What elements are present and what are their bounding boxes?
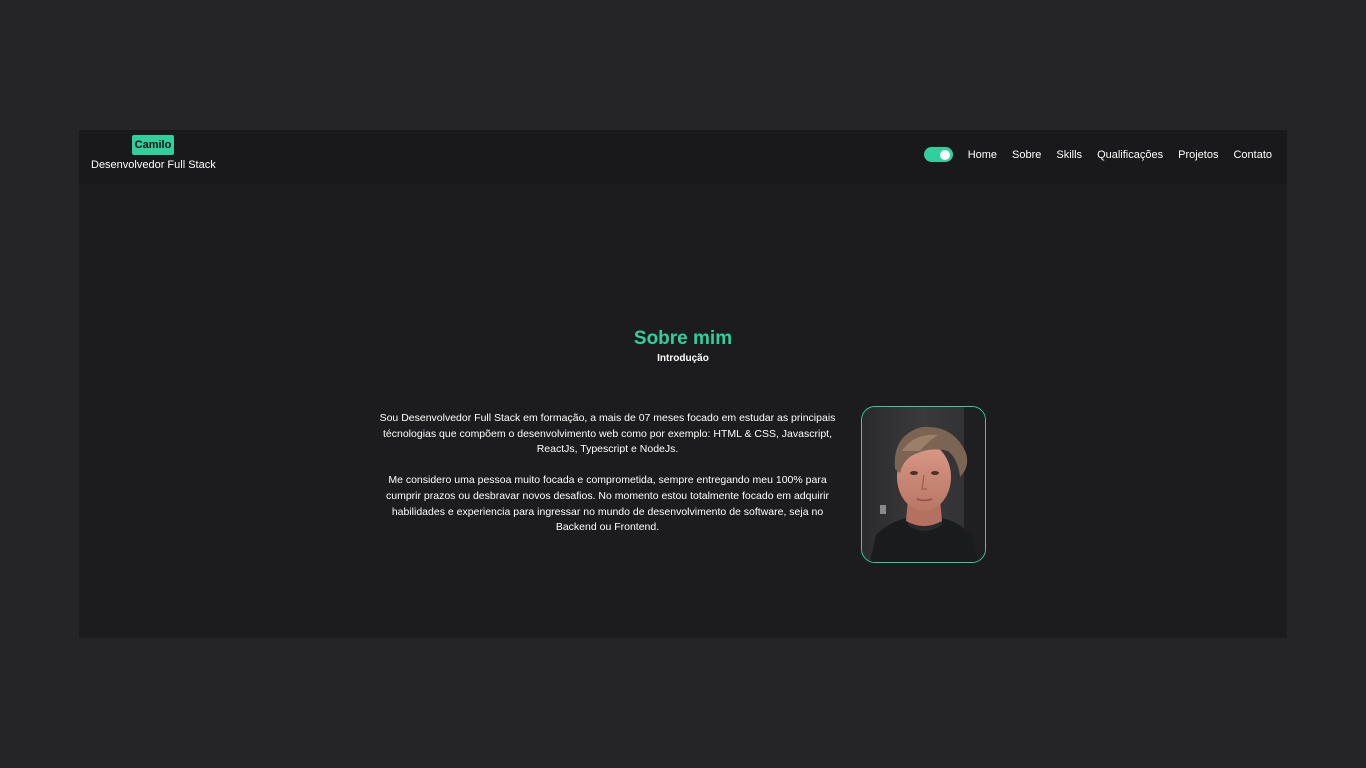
section-title: Sobre mim [633, 328, 733, 349]
profile-photo-illustration [862, 407, 985, 562]
brand-name[interactable]: Camilo [131, 135, 175, 155]
about-description: Sou Desenvolvedor Full Stack em formação… [375, 411, 840, 551]
about-paragraph: Sou Desenvolvedor Full Stack em formação… [379, 412, 836, 456]
toggle-knob [939, 149, 950, 160]
nav-link-contato[interactable]: Contato [1233, 149, 1272, 161]
nav-link-sobre[interactable]: Sobre [1012, 149, 1041, 161]
profile-photo [861, 406, 986, 563]
page-frame: Camilo Desenvolvedor Full Stack Home Sob… [79, 130, 1287, 638]
site-header: Camilo Desenvolvedor Full Stack Home Sob… [79, 130, 1287, 184]
nav-link-qualificacoes[interactable]: Qualificações [1097, 149, 1163, 161]
nav-link-projetos[interactable]: Projetos [1178, 149, 1218, 161]
nav-link-skills[interactable]: Skills [1056, 149, 1082, 161]
section-subtitle: Introdução [657, 353, 709, 364]
brand-role: Desenvolvedor Full Stack [91, 159, 216, 171]
nav-link-home[interactable]: Home [968, 149, 997, 161]
brand[interactable]: Camilo Desenvolvedor Full Stack [91, 135, 216, 171]
theme-toggle[interactable] [923, 147, 953, 162]
about-paragraph: Me considero uma pessoa muito focada e c… [386, 474, 829, 534]
main-nav: Home Sobre Skills Qualificações Projetos… [923, 147, 1272, 162]
